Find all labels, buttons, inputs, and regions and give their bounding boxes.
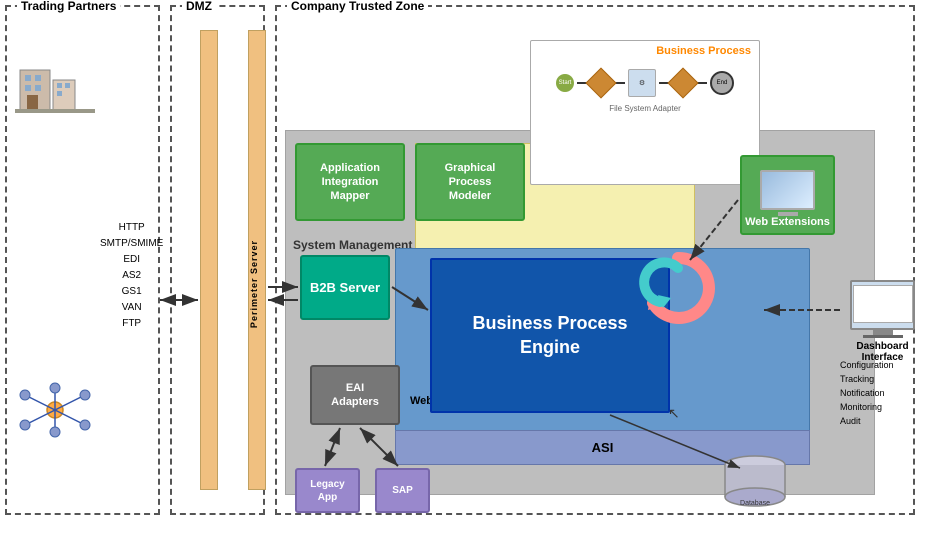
bpe-label: Business ProcessEngine: [472, 312, 627, 359]
notification-label: Notification: [840, 386, 894, 400]
gs1-label: GS1: [100, 284, 163, 300]
database-box: Database: [720, 455, 790, 510]
ftp-label: FTP: [100, 316, 163, 332]
edi-label: EDI: [100, 252, 163, 268]
config-label: Configuration: [840, 358, 894, 372]
dashboard-interface-box: Dashboard Interface: [845, 280, 920, 363]
application-integration-mapper-box: Application Integration Mapper: [295, 143, 405, 221]
business-process-box: Business Process Start ⚙ End File System…: [530, 40, 760, 185]
tracking-label: Tracking: [840, 372, 894, 386]
sap-label: SAP: [392, 484, 413, 497]
sap-box: SAP: [375, 468, 430, 513]
legacy-label: Legacy App: [310, 478, 344, 504]
gpm-label: Graphical Process Modeler: [445, 161, 496, 204]
monitor-icon: [760, 170, 815, 210]
aim-label: Application Integration Mapper: [320, 161, 380, 204]
van-label: VAN: [100, 300, 163, 316]
audit-label: Audit: [840, 414, 894, 428]
dmz-bar: [200, 30, 218, 490]
as2-label: AS2: [100, 268, 163, 284]
web-extensions-label: Web Extensions: [745, 216, 830, 228]
business-process-engine-box: Business ProcessEngine: [430, 258, 670, 413]
config-labels-area: Configuration Tracking Notification Moni…: [840, 358, 894, 428]
graphical-process-modeler-box: Graphical Process Modeler: [415, 143, 525, 221]
web-extensions-box: Web Extensions: [740, 155, 835, 235]
smtp-label: SMTP/SMIME: [100, 236, 163, 252]
monitoring-label: Monitoring: [840, 400, 894, 414]
asi-label: ASI: [592, 440, 614, 455]
eai-label: EAI Adapters: [331, 381, 379, 410]
trading-partner-building-icon: [15, 55, 95, 115]
trading-partners-label: Trading Partners: [17, 0, 120, 13]
dmz-label: DMZ: [182, 0, 216, 13]
eai-adapters-box: EAI Adapters: [310, 365, 400, 425]
cycle-arrow: [638, 248, 718, 328]
file-system-adapter-label: File System Adapter: [531, 102, 759, 115]
legacy-app-box: Legacy App: [295, 468, 360, 513]
protocols-list: HTTP SMTP/SMIME EDI AS2 GS1 VAN FTP: [100, 220, 163, 332]
business-process-label: Business Process: [531, 41, 759, 59]
b2b-server-box: B2B Server: [300, 255, 390, 320]
b2b-label: B2B Server: [310, 280, 380, 295]
svg-text:Database: Database: [740, 500, 770, 507]
trusted-label: Company Trusted Zone: [287, 0, 428, 13]
perimeter-label: Perimeter Server: [249, 240, 265, 328]
trading-partner-network-icon: [15, 380, 95, 440]
http-label: HTTP: [100, 220, 163, 236]
